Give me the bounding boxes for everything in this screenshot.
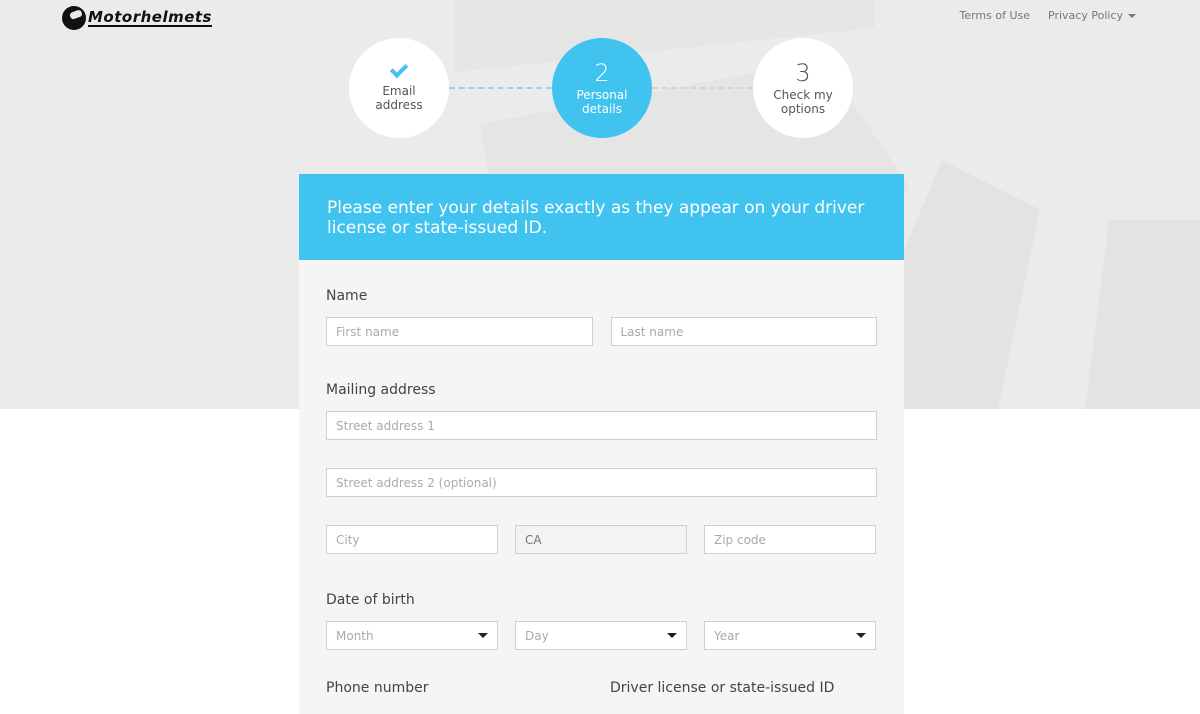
id-label: Driver license or state-issued ID xyxy=(610,680,835,696)
step-check-my-options: 3 Check my options xyxy=(753,38,853,138)
day-select[interactable]: Day xyxy=(515,621,687,650)
year-select[interactable]: Year xyxy=(704,621,876,650)
step-label: Email xyxy=(382,84,416,98)
state-field: CA xyxy=(515,525,687,554)
background-shape xyxy=(1085,220,1200,409)
name-section-label: Name xyxy=(326,288,368,304)
zip-code-input[interactable]: Zip code xyxy=(704,525,876,554)
phone-number-label: Phone number xyxy=(326,680,429,696)
terms-of-use-link[interactable]: Terms of Use xyxy=(959,9,1030,22)
date-of-birth-label: Date of birth xyxy=(326,592,415,608)
privacy-policy-link[interactable]: Privacy Policy xyxy=(1048,9,1136,22)
brand-logo[interactable]: Motorhelmets xyxy=(58,2,212,34)
step-connector xyxy=(652,87,753,89)
last-name-input[interactable]: Last name xyxy=(610,317,877,346)
progress-stepper: Email address 2 Personal details 3 Check… xyxy=(349,38,854,138)
month-placeholder: Month xyxy=(336,628,374,643)
mailing-address-label: Mailing address xyxy=(326,382,436,398)
street-address-2-input[interactable]: Street address 2 (optional) xyxy=(326,468,877,497)
step-label: details xyxy=(582,102,622,116)
helmet-icon xyxy=(58,2,90,34)
step-label: address xyxy=(375,98,423,112)
background-shape xyxy=(900,160,1040,409)
step-connector xyxy=(449,87,552,89)
step-number: 2 xyxy=(594,59,610,87)
brand-name: Motorhelmets xyxy=(87,7,212,27)
checkmark-icon xyxy=(389,59,409,79)
year-placeholder: Year xyxy=(714,628,740,643)
dropdown-arrow-icon xyxy=(478,633,488,638)
first-name-input[interactable]: First name xyxy=(326,317,593,346)
day-placeholder: Day xyxy=(525,628,549,643)
step-label: options xyxy=(780,102,826,116)
step-label: Personal xyxy=(576,88,628,102)
top-nav: Terms of Use Privacy Policy xyxy=(959,9,1136,22)
step-email-address[interactable]: Email address xyxy=(349,38,449,138)
city-input[interactable]: City xyxy=(326,525,498,554)
dropdown-arrow-icon xyxy=(667,633,677,638)
caret-down-icon xyxy=(1128,14,1136,18)
step-label: Check my xyxy=(773,88,833,102)
step-number: 3 xyxy=(795,59,811,87)
dropdown-arrow-icon xyxy=(856,633,866,638)
personal-details-form: Please enter your details exactly as the… xyxy=(299,174,904,714)
privacy-policy-label: Privacy Policy xyxy=(1048,9,1123,22)
partial-labels-row: Phone number Driver license or state-iss… xyxy=(326,680,877,696)
step-personal-details: 2 Personal details xyxy=(552,38,652,138)
month-select[interactable]: Month xyxy=(326,621,498,650)
street-address-1-input[interactable]: Street address 1 xyxy=(326,411,877,440)
form-instructions: Please enter your details exactly as the… xyxy=(299,174,904,260)
